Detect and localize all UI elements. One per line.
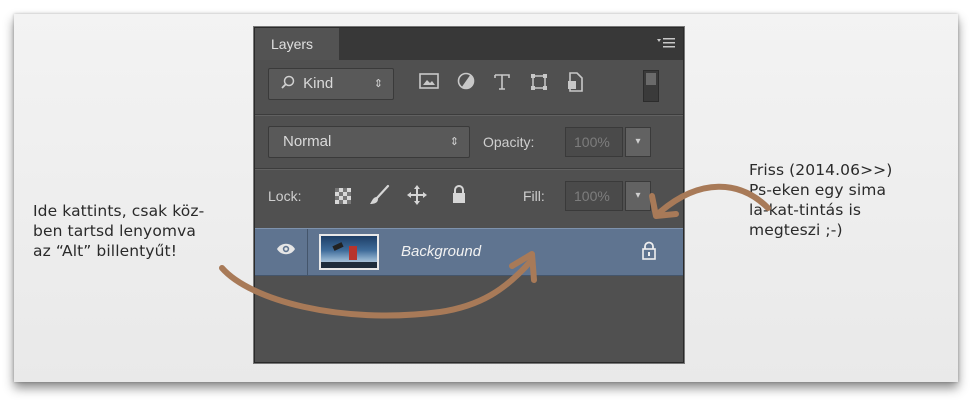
annotation-arrows	[219, 183, 771, 319]
right-annotation-arrow	[657, 183, 771, 215]
left-annotation-arrow	[219, 259, 533, 319]
